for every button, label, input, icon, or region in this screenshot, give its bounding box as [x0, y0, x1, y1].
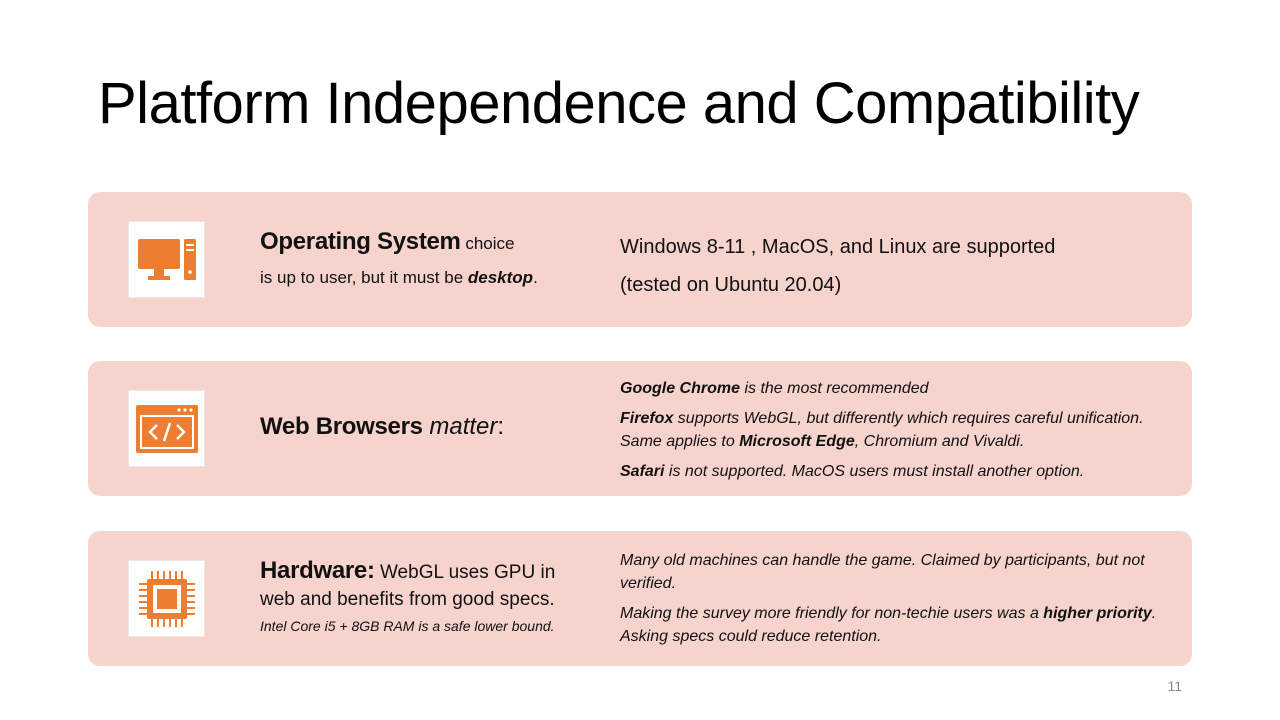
- hardware-line2: web and benefits from good specs.: [260, 589, 555, 610]
- operating-system-line2-suffix: .: [533, 268, 538, 287]
- operating-system-heading-suffix: choice: [460, 234, 515, 253]
- higher-priority-label: higher priority: [1043, 605, 1152, 622]
- supported-os-text: Windows 8-11 , MacOS, and Linux are supp…: [620, 236, 1056, 258]
- hardware-heading-colon: :: [366, 557, 375, 584]
- web-browsers-card: Web Browsers matter: Google Chrome is th…: [88, 361, 1192, 496]
- chrome-note-text: is the most recommended: [740, 380, 929, 397]
- chrome-label: Google Chrome: [620, 380, 741, 397]
- matter-emphasis: matter: [429, 413, 498, 440]
- tested-on-text: (tested on Ubuntu 20.04): [620, 274, 842, 296]
- operating-system-details: Windows 8-11 , MacOS, and Linux are supp…: [620, 228, 1180, 304]
- hardware-heading-suffix: WebGL uses GPU in: [374, 562, 556, 583]
- operating-system-line2: is up to user, but it must be: [260, 268, 468, 287]
- chrome-note: Google Chrome is the most recommended: [620, 377, 1180, 400]
- operating-system-card: Operating System choice is up to user, b…: [88, 192, 1192, 327]
- hardware-card: Hardware: WebGL uses GPU in web and bene…: [88, 531, 1192, 666]
- web-browsers-summary: Web Browsers matter:: [260, 413, 504, 441]
- safari-note: Safari is not supported. MacOS users mus…: [620, 460, 1180, 483]
- survey-priority-note: Making the survey more friendly for non-…: [620, 602, 1180, 648]
- firefox-note-text-2: , Chromium and Vivaldi.: [854, 433, 1025, 450]
- web-browsers-heading-suffix: :: [497, 413, 505, 440]
- web-browsers-details: Google Chrome is the most recommended Fi…: [620, 377, 1180, 490]
- hardware-heading: Hardware: [260, 557, 367, 584]
- web-browsers-heading: Web Browsers: [260, 413, 423, 440]
- desktop-computer-icon: [128, 221, 205, 298]
- firefox-label: Firefox: [620, 410, 674, 427]
- hardware-details: Many old machines can handle the game. C…: [620, 549, 1180, 655]
- slide-title: Platform Independence and Compatibility: [98, 71, 1140, 136]
- hardware-lower-bound: Intel Core i5 + 8GB RAM is a safe lower …: [260, 618, 555, 634]
- firefox-note: Firefox supports WebGL, but differently …: [620, 407, 1180, 453]
- edge-label: Microsoft Edge: [739, 433, 855, 450]
- safari-note-text: is not supported. MacOS users must insta…: [664, 463, 1085, 480]
- page-number: 11: [1167, 678, 1182, 694]
- desktop-emphasis: desktop: [467, 268, 534, 287]
- operating-system-heading: Operating System: [260, 228, 461, 255]
- safari-label: Safari: [620, 463, 665, 480]
- browser-code-icon: [128, 390, 205, 467]
- processor-chip-icon: [128, 560, 205, 637]
- old-machines-note: Many old machines can handle the game. C…: [620, 552, 1145, 592]
- operating-system-summary: Operating System choice is up to user, b…: [260, 228, 538, 288]
- hardware-summary: Hardware: WebGL uses GPU in web and bene…: [260, 557, 590, 634]
- survey-priority-text: Making the survey more friendly for non-…: [620, 605, 1044, 622]
